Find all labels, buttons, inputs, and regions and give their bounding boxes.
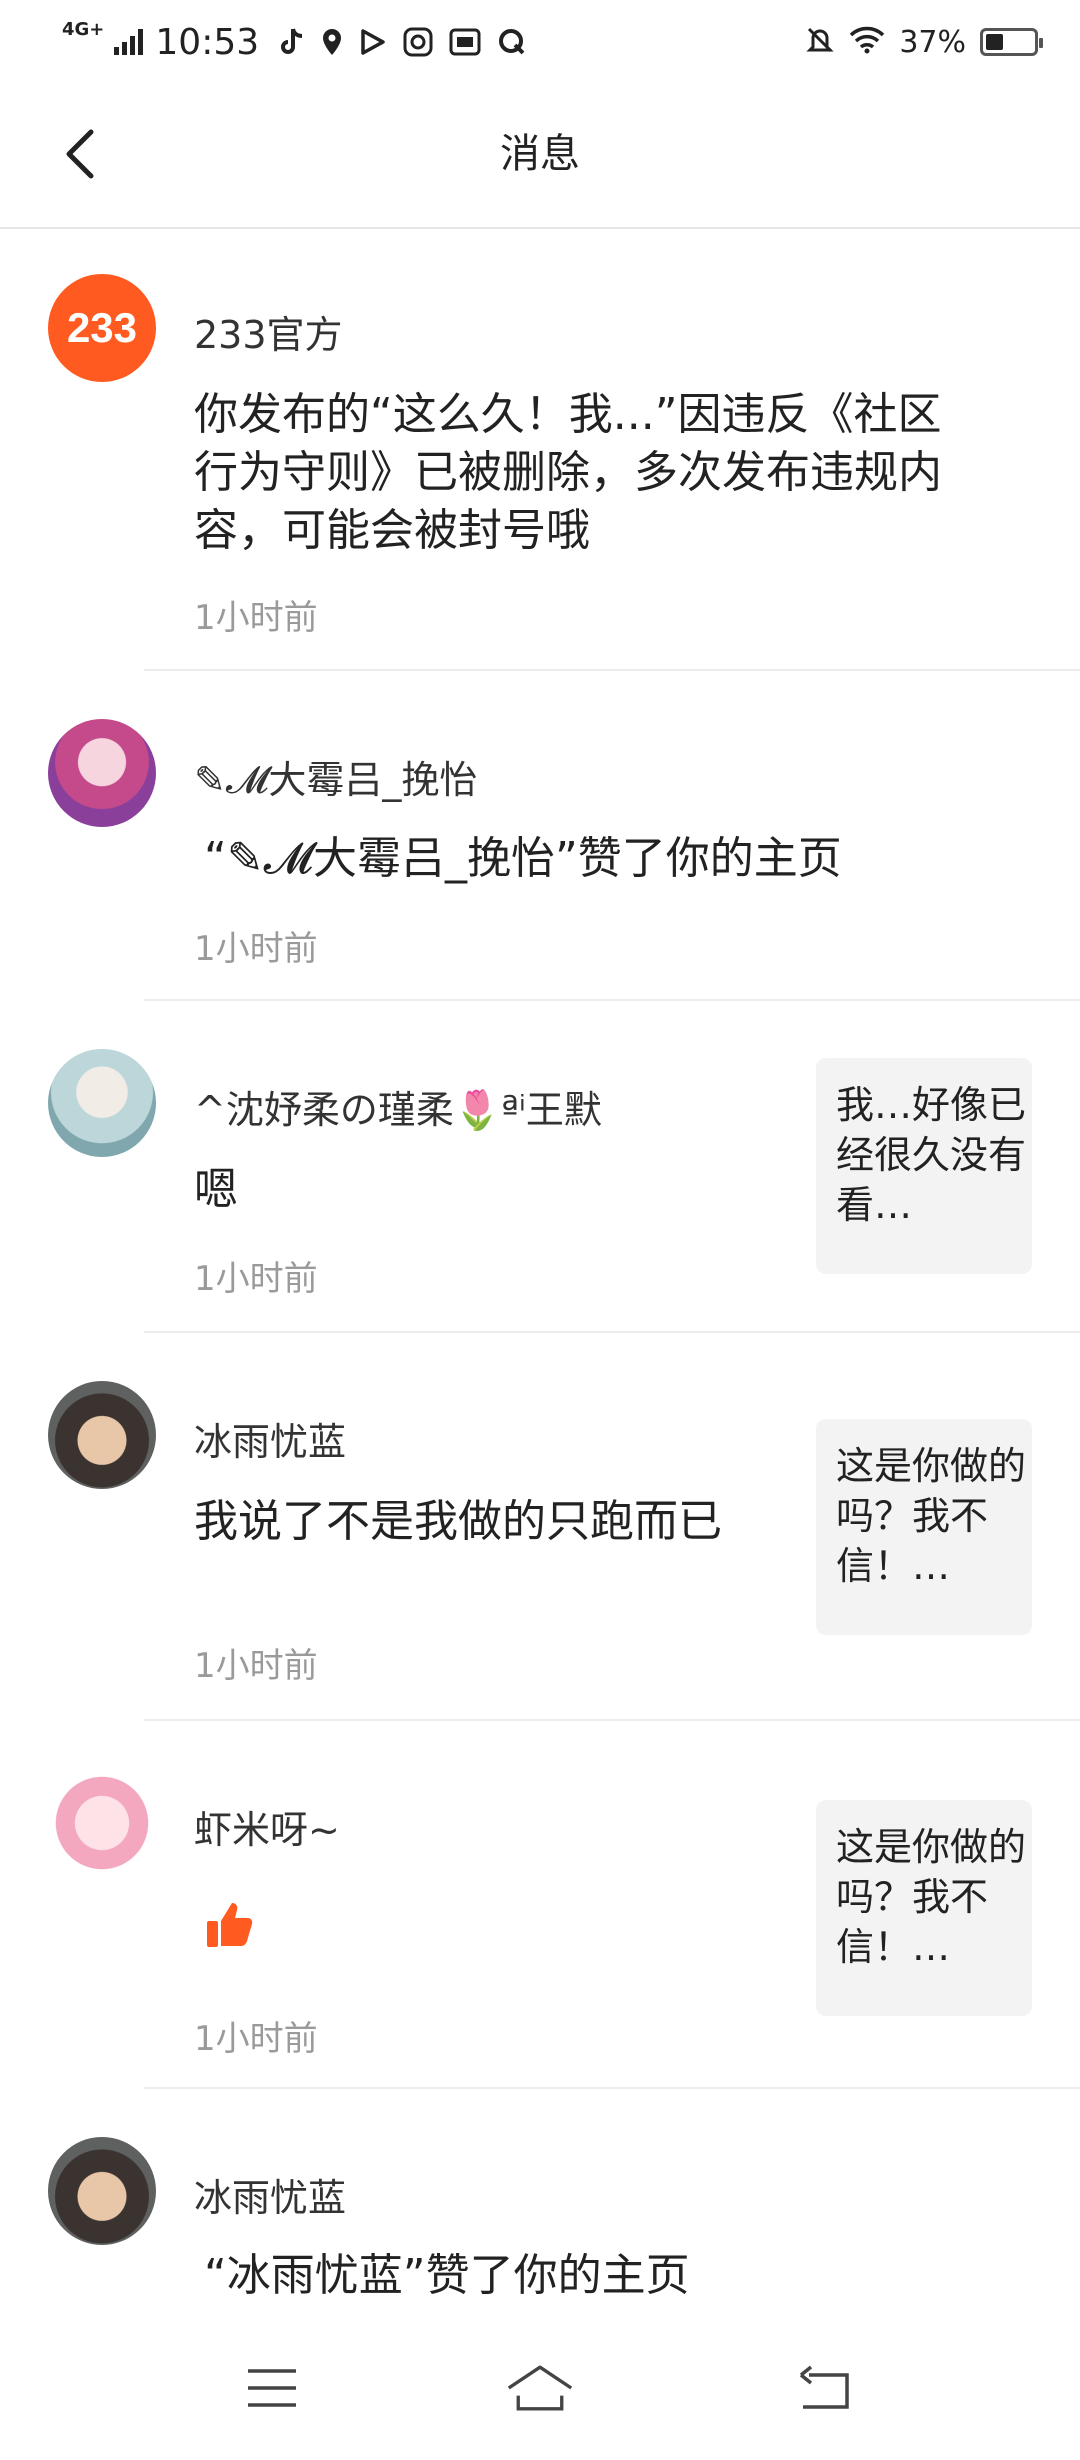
status-bar: 4G+ 10:53 37% bbox=[0, 0, 1080, 84]
avatar[interactable] bbox=[48, 1049, 156, 1157]
timestamp: 1小时前 bbox=[194, 1259, 318, 1299]
message-text: “冰雨忧蓝”赞了你的主页 bbox=[204, 2250, 690, 2301]
list-item[interactable]: 冰雨忧蓝 我说了不是我做的只跑而已 1小时前 这是你做的吗？我不信！… bbox=[48, 1333, 1080, 1721]
logo-233: 233 bbox=[66, 304, 138, 351]
message-list: 233 233官方 你发布的“这么久！我...”因违反《社区行为守则》已被删除，… bbox=[0, 229, 1080, 2319]
list-item[interactable]: ✎𝓜大霉吕_挽怡 “✎𝓜大霉吕_挽怡”赞了你的主页 1小时前 bbox=[48, 671, 1080, 1001]
sender-name: 虾米呀~ bbox=[194, 1808, 340, 1852]
page-title: 消息 bbox=[500, 131, 580, 177]
avatar[interactable] bbox=[48, 2137, 156, 2245]
play-icon bbox=[359, 28, 387, 56]
list-item[interactable]: 虾米呀~ 1小时前 这是你做的吗？我不信！… bbox=[48, 1721, 1080, 2089]
post-thumbnail[interactable]: 我…好像已经很久没有看… bbox=[816, 1058, 1032, 1274]
system-nav-bar bbox=[0, 2318, 1080, 2460]
message-text: 嗯 bbox=[194, 1164, 238, 1215]
app-icon bbox=[403, 27, 433, 57]
timestamp: 1小时前 bbox=[194, 929, 318, 969]
home-button[interactable] bbox=[505, 2358, 575, 2418]
thumbs-up-icon bbox=[204, 1899, 256, 1955]
sender-name: ✎𝓜大霉吕_挽怡 bbox=[194, 758, 478, 802]
location-icon bbox=[321, 27, 343, 57]
avatar[interactable]: 233 bbox=[48, 274, 156, 382]
sender-name: 冰雨忧蓝 bbox=[194, 2176, 347, 2220]
sender-name: ^沈妤柔の瑾柔🌷ªⁱ王默 bbox=[194, 1088, 602, 1132]
list-item[interactable]: ^沈妤柔の瑾柔🌷ªⁱ王默 嗯 1小时前 我…好像已经很久没有看… bbox=[48, 1001, 1080, 1333]
sender-name: 233官方 bbox=[194, 313, 343, 357]
iqiyi-icon bbox=[449, 28, 481, 56]
avatar[interactable] bbox=[48, 1769, 156, 1877]
wifi-icon bbox=[849, 26, 885, 58]
tiktok-icon bbox=[279, 27, 305, 57]
timestamp: 1小时前 bbox=[194, 2019, 318, 2059]
list-item[interactable]: 233 233官方 你发布的“这么久！我...”因违反《社区行为守则》已被删除，… bbox=[48, 229, 1080, 671]
signal-icon bbox=[114, 29, 144, 55]
battery-icon bbox=[980, 28, 1043, 56]
post-thumbnail[interactable]: 这是你做的吗？我不信！… bbox=[816, 1800, 1032, 2016]
message-text: 我说了不是我做的只跑而已 bbox=[194, 1496, 722, 1547]
q-icon bbox=[497, 27, 527, 57]
mute-icon bbox=[805, 25, 835, 59]
message-text: “✎𝓜大霉吕_挽怡”赞了你的主页 bbox=[204, 833, 842, 884]
app-header: 消息 bbox=[0, 84, 1080, 229]
menu-button[interactable] bbox=[237, 2358, 307, 2418]
avatar[interactable] bbox=[48, 1381, 156, 1489]
back-nav-icon bbox=[799, 2365, 849, 2409]
timestamp: 1小时前 bbox=[194, 598, 318, 638]
home-icon bbox=[507, 2365, 573, 2411]
battery-percent: 37% bbox=[899, 24, 966, 60]
post-thumbnail[interactable]: 这是你做的吗？我不信！… bbox=[816, 1419, 1032, 1635]
network-type: 4G+ bbox=[62, 19, 105, 40]
sender-name: 冰雨忧蓝 bbox=[194, 1420, 347, 1464]
avatar[interactable] bbox=[48, 719, 156, 827]
menu-icon bbox=[248, 2369, 296, 2407]
back-nav-button[interactable] bbox=[790, 2358, 860, 2418]
message-text: 你发布的“这么久！我...”因违反《社区行为守则》已被删除，多次发布违规内容，可… bbox=[194, 389, 942, 556]
timestamp: 1小时前 bbox=[194, 1646, 318, 1686]
list-item[interactable]: 冰雨忧蓝 “冰雨忧蓝”赞了你的主页 bbox=[48, 2089, 1080, 2319]
status-time: 10:53 bbox=[155, 21, 260, 63]
